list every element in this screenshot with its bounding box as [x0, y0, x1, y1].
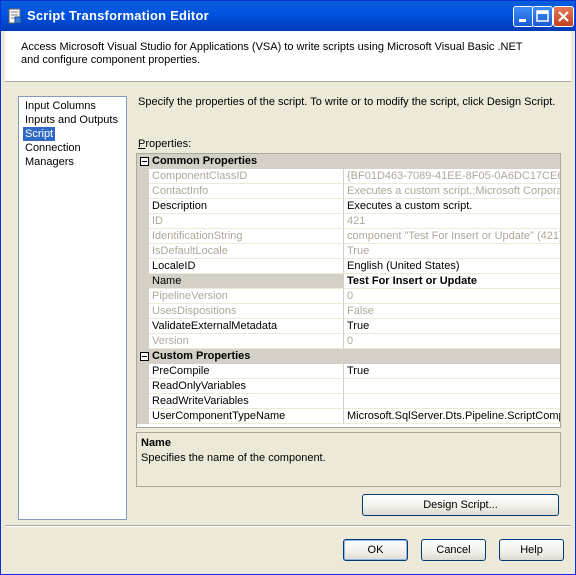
property-value: 421 — [344, 214, 560, 229]
property-value[interactable]: Executes a custom script. — [344, 199, 560, 214]
property-name: UserComponentTypeName — [149, 409, 344, 424]
property-name: ComponentClassID — [149, 169, 344, 184]
property-row[interactable]: UserComponentTypeName Microsoft.SqlServer… — [137, 409, 560, 424]
maximize-icon — [536, 10, 549, 22]
property-row[interactable]: IsDefaultLocale True — [137, 244, 560, 259]
nav-item-script[interactable]: Script — [23, 127, 56, 141]
property-value[interactable]: Test For Insert or Update — [344, 274, 560, 289]
property-row[interactable]: UsesDispositions False — [137, 304, 560, 319]
property-name: ReadOnlyVariables — [149, 379, 344, 394]
property-name: PipelineVersion — [149, 289, 344, 304]
property-description-panel: Name Specifies the name of the component… — [136, 432, 561, 487]
minimize-button[interactable] — [513, 6, 534, 27]
property-value[interactable]: English (United States) — [344, 259, 560, 274]
property-row-selected[interactable]: Name Test For Insert or Update — [137, 274, 560, 289]
property-value: False — [344, 304, 560, 319]
help-button[interactable]: Help — [499, 539, 564, 561]
property-name: ValidateExternalMetadata — [149, 319, 344, 334]
property-name: ReadWriteVariables — [149, 394, 344, 409]
maximize-button[interactable] — [532, 6, 553, 27]
ok-button[interactable]: OK — [343, 539, 408, 561]
cancel-button[interactable]: Cancel — [421, 539, 486, 561]
property-row[interactable]: PreCompile True — [137, 364, 560, 379]
script-component-icon — [8, 8, 22, 24]
property-name: UsesDispositions — [149, 304, 344, 319]
property-name: ID — [149, 214, 344, 229]
design-script-button[interactable]: Design Script... — [362, 494, 559, 516]
property-name: PreCompile — [149, 364, 344, 379]
header-description: Access Microsoft Visual Studio for Appli… — [21, 41, 523, 66]
property-row[interactable]: ID 421 — [137, 214, 560, 229]
collapse-icon[interactable] — [140, 157, 149, 166]
property-value[interactable]: Microsoft.SqlServer.Dts.Pipeline.ScriptC… — [344, 409, 560, 424]
nav-item-inputs-and-outputs[interactable]: Inputs and Outputs — [23, 113, 120, 127]
property-name: Description — [149, 199, 344, 214]
property-name: Version — [149, 334, 344, 349]
property-row[interactable]: ReadWriteVariables — [137, 394, 560, 409]
property-name: LocaleID — [149, 259, 344, 274]
page-navigation-list: Input Columns Inputs and Outputs Script … — [18, 96, 127, 520]
property-name: ContactInfo — [149, 184, 344, 199]
property-name: IsDefaultLocale — [149, 244, 344, 259]
properties-label: Properties: — [138, 138, 192, 150]
property-row[interactable]: ValidateExternalMetadata True — [137, 319, 560, 334]
property-value[interactable]: True — [344, 319, 560, 334]
collapse-icon[interactable] — [140, 352, 149, 361]
property-value: 0 — [344, 289, 560, 304]
category-common-properties[interactable]: Common Properties — [137, 154, 560, 169]
property-value: True — [344, 244, 560, 259]
property-row[interactable]: PipelineVersion 0 — [137, 289, 560, 304]
nav-item-input-columns[interactable]: Input Columns — [23, 99, 98, 113]
property-value: 0 — [344, 334, 560, 349]
property-value[interactable]: True — [344, 364, 560, 379]
property-name: Name — [149, 274, 344, 289]
header-divider — [5, 81, 571, 82]
nav-item-connection-managers[interactable]: Connection Managers — [23, 141, 126, 168]
property-row[interactable]: ReadOnlyVariables — [137, 379, 560, 394]
minimize-icon — [519, 19, 526, 22]
property-row[interactable]: IdentificationString component "Test For … — [137, 229, 560, 244]
property-name: IdentificationString — [149, 229, 344, 244]
property-value: component "Test For Insert or Update" (4… — [344, 229, 560, 244]
title-bar[interactable]: Script Transformation Editor — [1, 1, 575, 31]
property-row[interactable]: LocaleID English (United States) — [137, 259, 560, 274]
property-value: {BF01D463-7089-41EE-8F05-0A6DC17CE633} — [344, 169, 560, 184]
property-value[interactable] — [344, 379, 560, 394]
property-row[interactable]: Version 0 — [137, 334, 560, 349]
category-custom-properties[interactable]: Custom Properties — [137, 349, 560, 364]
description-text: Specifies the name of the component. — [141, 452, 326, 464]
description-title: Name — [141, 437, 171, 449]
property-row[interactable]: Description Executes a custom script. — [137, 199, 560, 214]
header-panel: Access Microsoft Visual Studio for Appli… — [5, 31, 571, 81]
script-transformation-editor-window: Script Transformation Editor Access Micr… — [0, 0, 576, 575]
close-icon — [558, 11, 569, 22]
property-value[interactable] — [344, 394, 560, 409]
window-title: Script Transformation Editor — [27, 8, 209, 23]
property-row[interactable]: ContactInfo Executes a custom script.;Mic… — [137, 184, 560, 199]
property-grid: Common Properties ComponentClassID {BF01D… — [136, 153, 561, 428]
property-row[interactable]: ComponentClassID {BF01D463-7089-41EE-8F05… — [137, 169, 560, 184]
close-button[interactable] — [553, 6, 574, 27]
property-value: Executes a custom script.;Microsoft Corp… — [344, 184, 560, 199]
instruction-text: Specify the properties of the script. To… — [138, 96, 556, 108]
